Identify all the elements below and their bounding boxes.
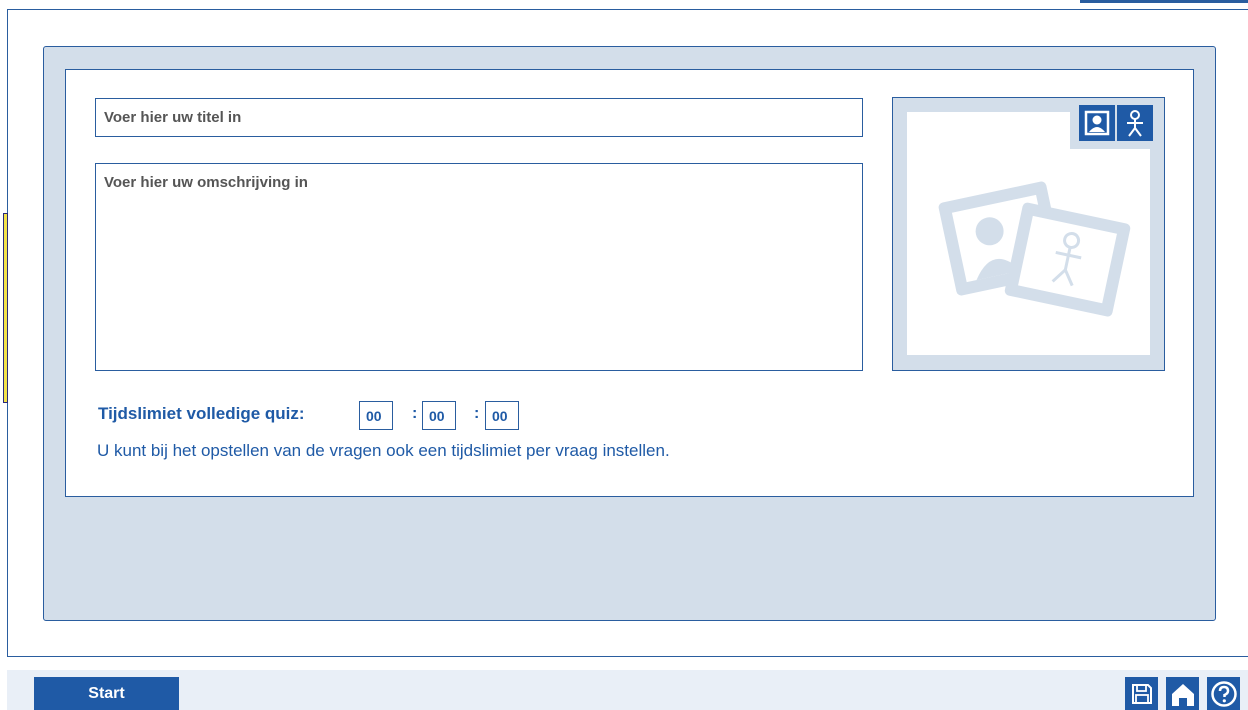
time-limit-label: Tijdslimiet volledige quiz: xyxy=(98,404,305,423)
title-input[interactable] xyxy=(95,98,863,137)
time-separator: : xyxy=(412,405,418,422)
description-input[interactable] xyxy=(95,163,863,371)
portrait-button[interactable] xyxy=(1079,105,1115,141)
portrait-icon xyxy=(1084,110,1110,136)
person-button[interactable] xyxy=(1117,105,1153,141)
start-button[interactable]: Start xyxy=(34,677,179,710)
footer-bar xyxy=(7,670,1248,710)
time-seconds-input[interactable] xyxy=(485,401,519,430)
save-icon xyxy=(1131,683,1152,704)
top-bar-line xyxy=(1080,0,1248,3)
help-button[interactable] xyxy=(1207,677,1240,710)
save-button[interactable] xyxy=(1125,677,1158,710)
side-tab[interactable] xyxy=(3,213,8,403)
time-separator: : xyxy=(474,405,480,422)
home-icon xyxy=(1171,683,1194,706)
home-button[interactable] xyxy=(1166,677,1199,710)
time-minutes-input[interactable] xyxy=(422,401,456,430)
person-icon xyxy=(1127,110,1143,137)
help-icon xyxy=(1210,680,1237,707)
time-limit-hint: U kunt bij het opstellen van de vragen o… xyxy=(97,441,670,460)
time-hours-input[interactable] xyxy=(359,401,393,430)
